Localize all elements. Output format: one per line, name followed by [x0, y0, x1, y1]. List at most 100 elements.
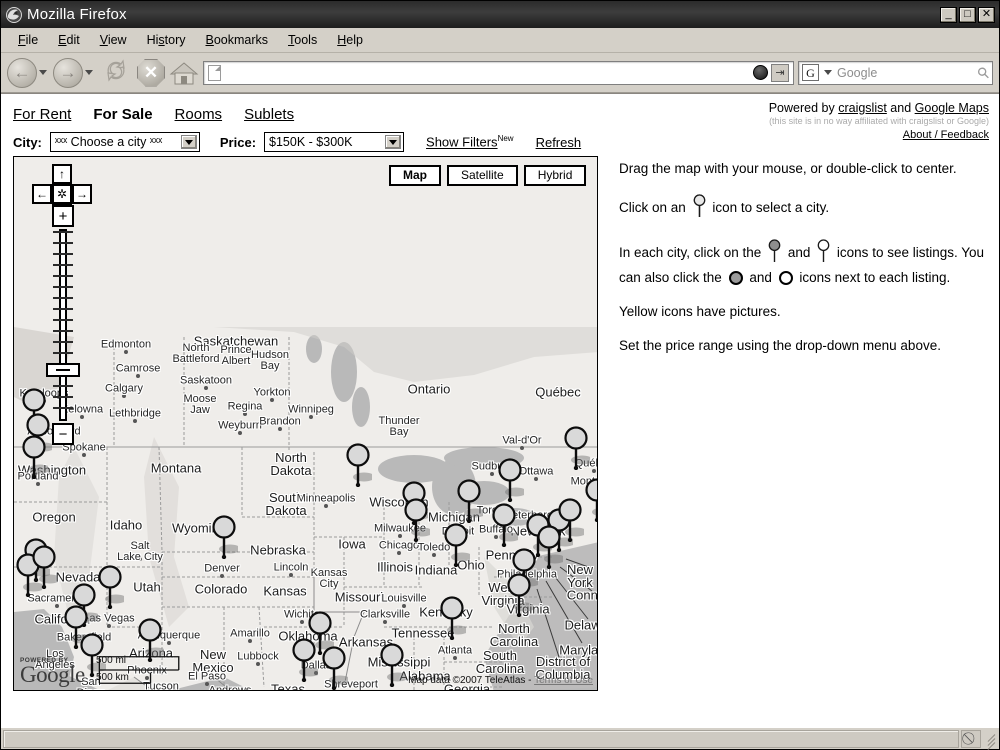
resize-grip[interactable] — [983, 730, 997, 750]
zoom-slider-ticks — [53, 231, 73, 419]
chevron-down-icon[interactable] — [385, 135, 402, 149]
map-city-dot — [194, 359, 198, 363]
search-engine-dropdown-icon[interactable] — [824, 70, 832, 75]
map-pin-marker[interactable] — [96, 565, 124, 609]
stop-button[interactable]: ✕ — [137, 58, 165, 87]
map-pin-marker[interactable] — [583, 478, 597, 522]
zoom-tick — [53, 352, 73, 354]
menu-bookmarks[interactable]: Bookmarks — [197, 30, 278, 50]
google-engine-icon[interactable]: G — [802, 64, 819, 81]
home-icon — [169, 61, 199, 84]
search-bar[interactable]: G Google ⚲ — [798, 60, 994, 85]
city-select[interactable]: ˣˣˣ Choose a city ˣˣˣ — [49, 132, 200, 152]
map-pin-marker[interactable] — [344, 443, 372, 487]
forward-button[interactable]: → — [53, 57, 95, 88]
map-city-dot — [278, 427, 282, 431]
map-city-dot — [327, 584, 331, 588]
map-city-dot — [289, 573, 293, 577]
map-city-dot — [432, 553, 436, 557]
map-pin-marker[interactable] — [402, 498, 430, 542]
map-pin-marker[interactable] — [505, 573, 533, 617]
zoom-tick — [53, 308, 73, 310]
pan-up-button[interactable]: ↑ — [52, 164, 72, 184]
map-city-dot — [220, 574, 224, 578]
zoom-out-button[interactable]: − — [52, 423, 74, 445]
map-pin-marker[interactable] — [438, 596, 466, 640]
map-city-dot — [592, 469, 596, 473]
forward-dropdown-icon[interactable] — [85, 70, 93, 75]
pan-right-button[interactable]: → — [72, 184, 92, 204]
search-input[interactable]: Google — [837, 66, 975, 80]
map-city-dot — [534, 477, 538, 481]
map-pin-marker[interactable] — [442, 523, 470, 567]
url-bar[interactable]: ⇥ — [203, 60, 794, 85]
map-city-dot — [243, 412, 247, 416]
back-button[interactable]: ← — [7, 57, 49, 88]
reload-button[interactable] — [102, 56, 130, 89]
title-bar: Mozilla Firefox _ □ ✕ — [1, 1, 999, 28]
scale-bracket-icon — [98, 656, 180, 684]
map-footer: POWERED BY Google 500 mi 500 km Map data… — [14, 648, 597, 690]
feed-blob-icon[interactable] — [753, 65, 768, 80]
page-icon — [208, 64, 221, 81]
watermark-google: Google — [20, 662, 85, 688]
map-pin-marker[interactable] — [455, 479, 483, 523]
map-pin-marker[interactable] — [535, 525, 563, 569]
map-city-dot — [198, 410, 202, 414]
map-pin-marker[interactable] — [210, 515, 238, 559]
menu-edit[interactable]: Edit — [49, 30, 89, 50]
site-nav: For Rent For Sale Rooms Sublets — [13, 106, 294, 123]
back-dropdown-icon[interactable] — [39, 70, 47, 75]
craigslist-link[interactable]: craigslist — [838, 101, 887, 115]
maximize-button[interactable]: □ — [959, 6, 976, 23]
map-pin-marker[interactable] — [496, 458, 524, 502]
menu-help[interactable]: Help — [328, 30, 372, 50]
firefox-window: Mozilla Firefox _ □ ✕ FFileile Edit View… — [0, 0, 1000, 750]
close-button[interactable]: ✕ — [978, 6, 995, 23]
map-city-dot — [300, 620, 304, 624]
map-canvas[interactable]: Ontario Québec Saskatchewan Montana North Dak… — [14, 157, 597, 690]
map-pin-marker[interactable] — [562, 426, 590, 470]
map-pin-marker[interactable] — [490, 503, 518, 547]
refresh-link[interactable]: Refresh — [536, 135, 582, 150]
magnifier-icon[interactable]: ⚲ — [973, 62, 994, 83]
minimize-button[interactable]: _ — [940, 6, 957, 23]
map-type-satellite[interactable]: Satellite — [447, 165, 518, 187]
zoom-in-button[interactable]: + — [52, 205, 74, 227]
zoom-slider-thumb[interactable] — [46, 363, 80, 377]
map-viewport[interactable]: Ontario Québec Saskatchewan Montana North Dak… — [13, 156, 598, 691]
map-city-dot — [349, 690, 353, 691]
map-city-dot — [55, 604, 59, 608]
pin-light-icon — [692, 194, 707, 223]
map-pin-marker[interactable] — [20, 435, 48, 479]
terms-of-use-link[interactable]: Terms of Use — [534, 675, 593, 686]
about-feedback-link[interactable]: About / Feedback — [769, 129, 989, 141]
map-type-hybrid[interactable]: Hybrid — [523, 165, 587, 187]
map-city-dot — [122, 394, 126, 398]
nav-for-sale[interactable]: For Sale — [93, 106, 152, 123]
google-maps-link[interactable]: Google Maps — [915, 101, 989, 115]
nav-for-rent[interactable]: For Rent — [13, 106, 71, 123]
nav-rooms[interactable]: Rooms — [175, 106, 223, 123]
menu-view[interactable]: View — [91, 30, 136, 50]
pan-center-button[interactable]: ✲ — [52, 184, 72, 204]
map-type-map[interactable]: Map — [389, 165, 441, 187]
show-filters-link[interactable]: Show FiltersNew — [426, 134, 514, 149]
menu-history[interactable]: History — [138, 30, 195, 50]
go-arrow-icon[interactable]: ⇥ — [771, 63, 789, 82]
security-icon[interactable]: ⃠ — [961, 729, 981, 748]
menu-bar: FFileile Edit View History Bookmarks Too… — [1, 28, 999, 53]
status-bar: ⃠ — [1, 727, 999, 750]
map-pin-marker[interactable] — [30, 545, 58, 589]
price-select[interactable]: $150K - $300K — [264, 132, 405, 152]
reload-icon — [107, 59, 125, 82]
instruction-listings: In each city, click on the and icons to … — [619, 239, 989, 286]
map-city-dot — [383, 620, 387, 624]
menu-file[interactable]: FFileile — [9, 30, 47, 50]
home-button[interactable] — [169, 59, 199, 87]
map-city-dot — [204, 386, 208, 390]
nav-sublets[interactable]: Sublets — [244, 106, 294, 123]
menu-tools[interactable]: Tools — [279, 30, 326, 50]
pan-left-button[interactable]: ← — [32, 184, 52, 204]
chevron-down-icon[interactable] — [180, 135, 197, 149]
